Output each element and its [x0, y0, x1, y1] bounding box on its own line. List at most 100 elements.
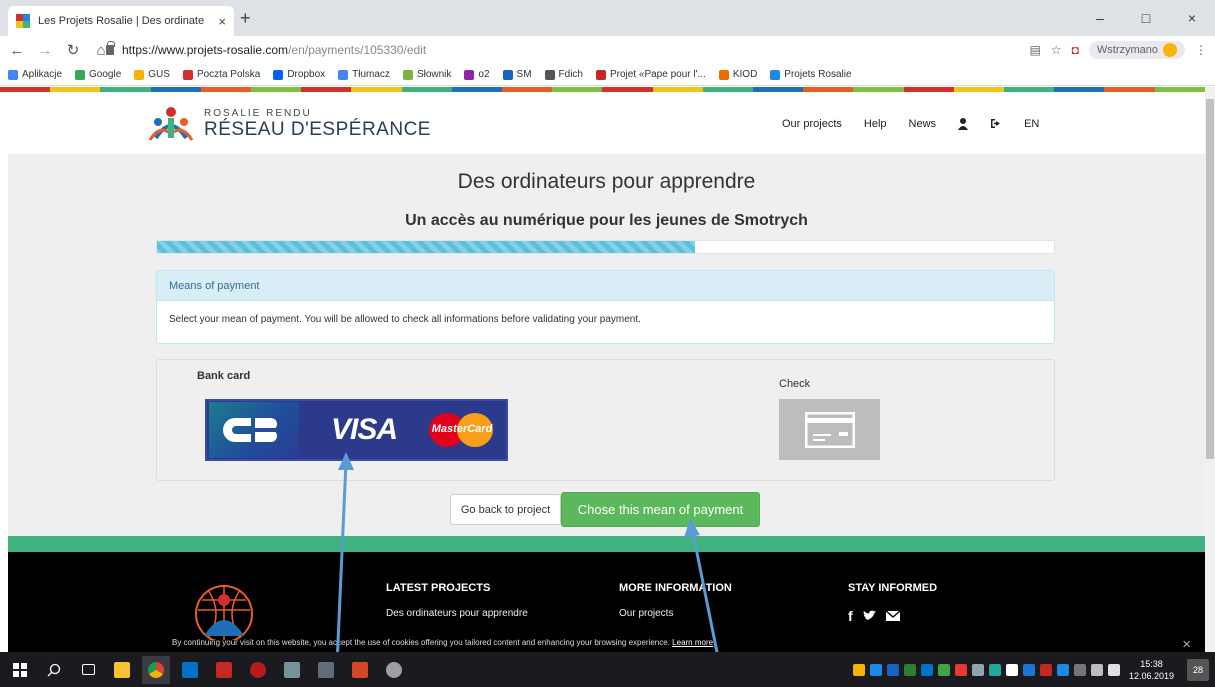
- bank-card-button[interactable]: VISA MasterCard: [205, 399, 508, 461]
- google-icon: [75, 69, 86, 80]
- tray-icon[interactable]: [903, 663, 916, 676]
- logo-small-text: ROSALIE RENDU: [204, 107, 312, 119]
- user-icon[interactable]: [958, 118, 969, 133]
- bookmark-item[interactable]: Słownik: [402, 69, 451, 80]
- footer-link[interactable]: Des ordinateurs pour apprendre: [386, 608, 528, 619]
- choose-payment-button[interactable]: Chose this mean of payment: [561, 492, 760, 527]
- tray-icon[interactable]: [1005, 663, 1018, 676]
- bookmark-item[interactable]: Google: [75, 69, 121, 80]
- footer-link[interactable]: Our projects: [619, 608, 732, 619]
- learn-more-link[interactable]: Learn more: [672, 638, 713, 647]
- bookmark-item[interactable]: Projet «Pape pour l'...: [595, 69, 706, 80]
- volume-icon[interactable]: [1107, 663, 1120, 676]
- check-label: Check: [779, 378, 811, 390]
- bookmark-item[interactable]: KIOD: [718, 69, 757, 80]
- task-view-icon[interactable]: [74, 656, 102, 684]
- footer-latest-projects: LATEST PROJECTS Des ordinateurs pour app…: [386, 582, 528, 619]
- tray-icon[interactable]: [971, 663, 984, 676]
- forward-arrow-icon[interactable]: →: [34, 42, 56, 59]
- tray-icon[interactable]: [988, 663, 1001, 676]
- mastercard-logo-icon: MasterCard: [427, 413, 506, 447]
- outlook-icon[interactable]: [176, 656, 204, 684]
- powerpoint-icon[interactable]: [346, 656, 374, 684]
- keyboard-icon[interactable]: [1073, 663, 1086, 676]
- app-leaf-icon[interactable]: [244, 656, 272, 684]
- taskbar-clock[interactable]: 15:38 12.06.2019: [1129, 658, 1174, 682]
- bookmark-star-icon[interactable]: ☆: [1051, 43, 1062, 57]
- footer-heading: MORE INFORMATION: [619, 582, 732, 594]
- notifications-icon[interactable]: 28: [1187, 658, 1209, 681]
- browser-tab[interactable]: Les Projets Rosalie | Des ordinate ×: [8, 6, 234, 36]
- bookmark-item[interactable]: SM: [502, 69, 532, 80]
- file-explorer-icon[interactable]: [108, 656, 136, 684]
- reload-icon[interactable]: ↻: [62, 41, 84, 59]
- app-tool-icon[interactable]: [312, 656, 340, 684]
- minimize-button[interactable]: –: [1077, 0, 1123, 36]
- twitter-icon[interactable]: [862, 608, 876, 624]
- chrome-icon[interactable]: [142, 655, 170, 684]
- nav-help[interactable]: Help: [864, 118, 887, 133]
- app-feather-icon[interactable]: [380, 656, 408, 684]
- wifi-icon[interactable]: [1090, 663, 1103, 676]
- tray-icon[interactable]: [869, 663, 882, 676]
- tray-icon[interactable]: [937, 663, 950, 676]
- back-arrow-icon[interactable]: ←: [6, 42, 28, 59]
- profile-button[interactable]: Wstrzymano: [1088, 41, 1185, 59]
- poczta-icon: [182, 69, 193, 80]
- tab-close-icon[interactable]: ×: [218, 14, 226, 29]
- bookmark-item[interactable]: o2: [464, 69, 490, 80]
- site-logo[interactable]: ROSALIE RENDU RÉSEAU D'ESPÉRANCE: [146, 104, 431, 144]
- bookmark-item[interactable]: Poczta Polska: [182, 69, 260, 80]
- mail-tray-icon[interactable]: [852, 663, 865, 676]
- dictionary-icon: [402, 69, 413, 80]
- progress-fill: [157, 241, 696, 253]
- browser-menu-icon[interactable]: ⋮: [1195, 43, 1207, 57]
- language-switcher[interactable]: EN: [1024, 118, 1039, 133]
- nav-news[interactable]: News: [909, 118, 937, 133]
- bookmarks-bar: Aplikacje Google GUS Poczta Polska Dropb…: [0, 64, 1215, 86]
- site-header: ROSALIE RENDU RÉSEAU D'ESPÉRANCE Our pro…: [0, 92, 1205, 154]
- facebook-icon[interactable]: f: [848, 608, 853, 624]
- check-button[interactable]: [779, 399, 880, 460]
- profile-avatar: [1163, 43, 1177, 57]
- windows-start-icon[interactable]: [6, 656, 34, 684]
- address-bar[interactable]: https://www.projets-rosalie.com/en/payme…: [106, 40, 976, 60]
- new-tab-button[interactable]: +: [240, 8, 251, 29]
- app-red-icon[interactable]: [210, 656, 238, 684]
- cookie-close-icon[interactable]: ×: [1182, 636, 1191, 653]
- browser-toolbar: ← → ↻ ⌂ https://www.projets-rosalie.com /…: [0, 36, 1215, 64]
- site-footer: LATEST PROJECTS Des ordinateurs pour app…: [8, 552, 1205, 653]
- page-scrollbar[interactable]: [1205, 87, 1215, 652]
- tray-icon[interactable]: [1056, 663, 1069, 676]
- scrollbar-thumb[interactable]: [1206, 99, 1214, 459]
- tray-icon[interactable]: [1022, 663, 1035, 676]
- mastercard-text: MasterCard: [431, 423, 493, 435]
- bookmark-item[interactable]: GUS: [134, 69, 170, 80]
- browser-tabbar: Les Projets Rosalie | Des ordinate × + –…: [0, 0, 1215, 36]
- browser-toolbar-right: ▤ ☆ ◘ Wstrzymano ⋮: [1030, 40, 1207, 60]
- tray-icon[interactable]: [1039, 663, 1052, 676]
- translate-icon[interactable]: ▤: [1030, 43, 1041, 57]
- app-grey-icon[interactable]: [278, 656, 306, 684]
- go-back-button[interactable]: Go back to project: [450, 494, 561, 525]
- logout-icon[interactable]: [990, 118, 1002, 133]
- cookie-banner: By continuing your visit on this website…: [8, 638, 1205, 647]
- close-window-button[interactable]: ×: [1169, 0, 1215, 36]
- bookmark-item[interactable]: Tłumacz: [338, 69, 390, 80]
- footer-divider: [8, 536, 1205, 552]
- tray-icon[interactable]: [954, 663, 967, 676]
- tray-icon[interactable]: [920, 663, 933, 676]
- globe-icon: [544, 69, 555, 80]
- nav-our-projects[interactable]: Our projects: [782, 118, 842, 133]
- search-icon[interactable]: [40, 656, 68, 684]
- bookmark-item[interactable]: Dropbox: [273, 69, 325, 80]
- maximize-button[interactable]: □: [1123, 0, 1169, 36]
- bookmark-item[interactable]: Fdich: [544, 69, 583, 80]
- panel-heading: Means of payment: [157, 271, 1054, 301]
- bookmark-item[interactable]: Projets Rosalie: [770, 69, 852, 80]
- extension-icon[interactable]: ◘: [1072, 43, 1079, 57]
- check-card-icon: [804, 411, 855, 448]
- bookmark-item[interactable]: Aplikacje: [8, 69, 62, 80]
- bluetooth-icon[interactable]: [886, 663, 899, 676]
- email-icon[interactable]: [885, 608, 901, 624]
